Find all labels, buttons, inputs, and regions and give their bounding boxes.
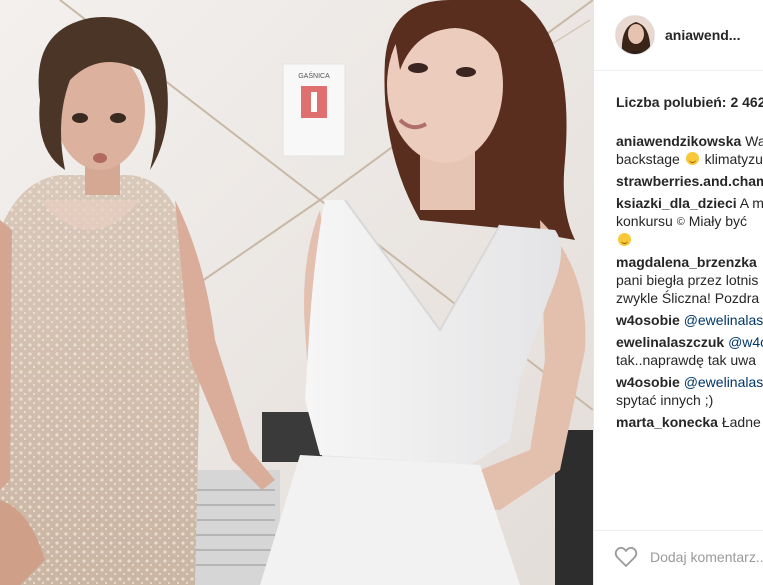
instagram-post-view: GAŚNICA aniawend... Liczba polubień: 2 4…	[0, 0, 763, 585]
comment-text: A m	[739, 195, 763, 211]
comment-username[interactable]: ewelinalaszczuk	[616, 334, 724, 350]
comment-mention[interactable]: @w4o	[728, 334, 763, 350]
comment-item: aniawendzikowska Wa backstage klimatyzu	[616, 132, 763, 168]
likes-number: 2 462	[730, 94, 763, 110]
post-username[interactable]: aniawend...	[665, 27, 740, 43]
comment-username[interactable]: w4osobie	[616, 374, 680, 390]
comment-text: Miały być	[688, 213, 748, 229]
likes-label: Liczba polubień:	[616, 94, 727, 110]
avatar-image	[616, 16, 654, 54]
smiley-emoji-icon	[618, 233, 631, 246]
comment-text: Ładne	[721, 414, 761, 430]
comment-username[interactable]: aniawendzikowska	[616, 133, 741, 149]
comment-text: backstage	[616, 151, 680, 167]
post-photo[interactable]: GAŚNICA	[0, 0, 593, 585]
comment-username[interactable]: ksiazki_dla_dzieci	[616, 195, 737, 211]
comment-item: w4osobie @ewelinalas	[616, 311, 763, 329]
comment-text: pani biegła przez lotnis	[616, 272, 759, 288]
post-side-panel: aniawend... Liczba polubień: 2 462 aniawe…	[593, 0, 763, 585]
comment-mention[interactable]: @ewelinalas	[684, 312, 763, 328]
comment-username[interactable]: strawberries.and.cham	[616, 173, 763, 189]
comment-text: Wa	[745, 133, 763, 149]
header-divider	[594, 70, 763, 71]
comment-item: strawberries.and.cham	[616, 172, 763, 190]
footer-divider	[594, 530, 763, 531]
post-header: aniawend...	[594, 0, 763, 70]
avatar[interactable]	[615, 15, 655, 55]
comment-text: konkursu	[616, 213, 673, 229]
comment-item: w4osobie @ewelinalas spytać innych ;)	[616, 373, 763, 409]
comment-mention[interactable]: @ewelinalas	[684, 374, 763, 390]
comment-username[interactable]: w4osobie	[616, 312, 680, 328]
copyright-icon: ©	[676, 216, 685, 228]
post-photo-image: GAŚNICA	[0, 0, 593, 585]
comment-text: klimatyzu	[704, 151, 763, 167]
comment-item: ksiazki_dla_dzieci A m konkursu © Miały …	[616, 194, 763, 249]
comment-text: zwykle Śliczna! Pozdra	[616, 290, 760, 306]
comments-list: aniawendzikowska Wa backstage klimatyzu …	[616, 132, 763, 435]
comment-item: ewelinalaszczuk @w4o tak..naprawdę tak u…	[616, 333, 763, 369]
comment-text: spytać innych ;)	[616, 392, 714, 408]
comment-username[interactable]: marta_konecka	[616, 414, 718, 430]
heart-icon[interactable]	[614, 546, 638, 568]
comment-text: tak..naprawdę tak uwa	[616, 352, 757, 368]
comment-item: marta_konecka Ładne	[616, 413, 763, 431]
comment-username[interactable]: magdalena_brzenzka	[616, 254, 757, 270]
likes-count[interactable]: Liczba polubień: 2 462	[616, 94, 763, 110]
smiley-emoji-icon	[685, 152, 699, 165]
comment-item: magdalena_brzenzka pani biegła przez lot…	[616, 253, 763, 307]
comment-bar	[614, 546, 763, 568]
add-comment-input[interactable]	[650, 549, 763, 565]
fire-extinguisher-sign-text: GAŚNICA	[298, 71, 330, 80]
